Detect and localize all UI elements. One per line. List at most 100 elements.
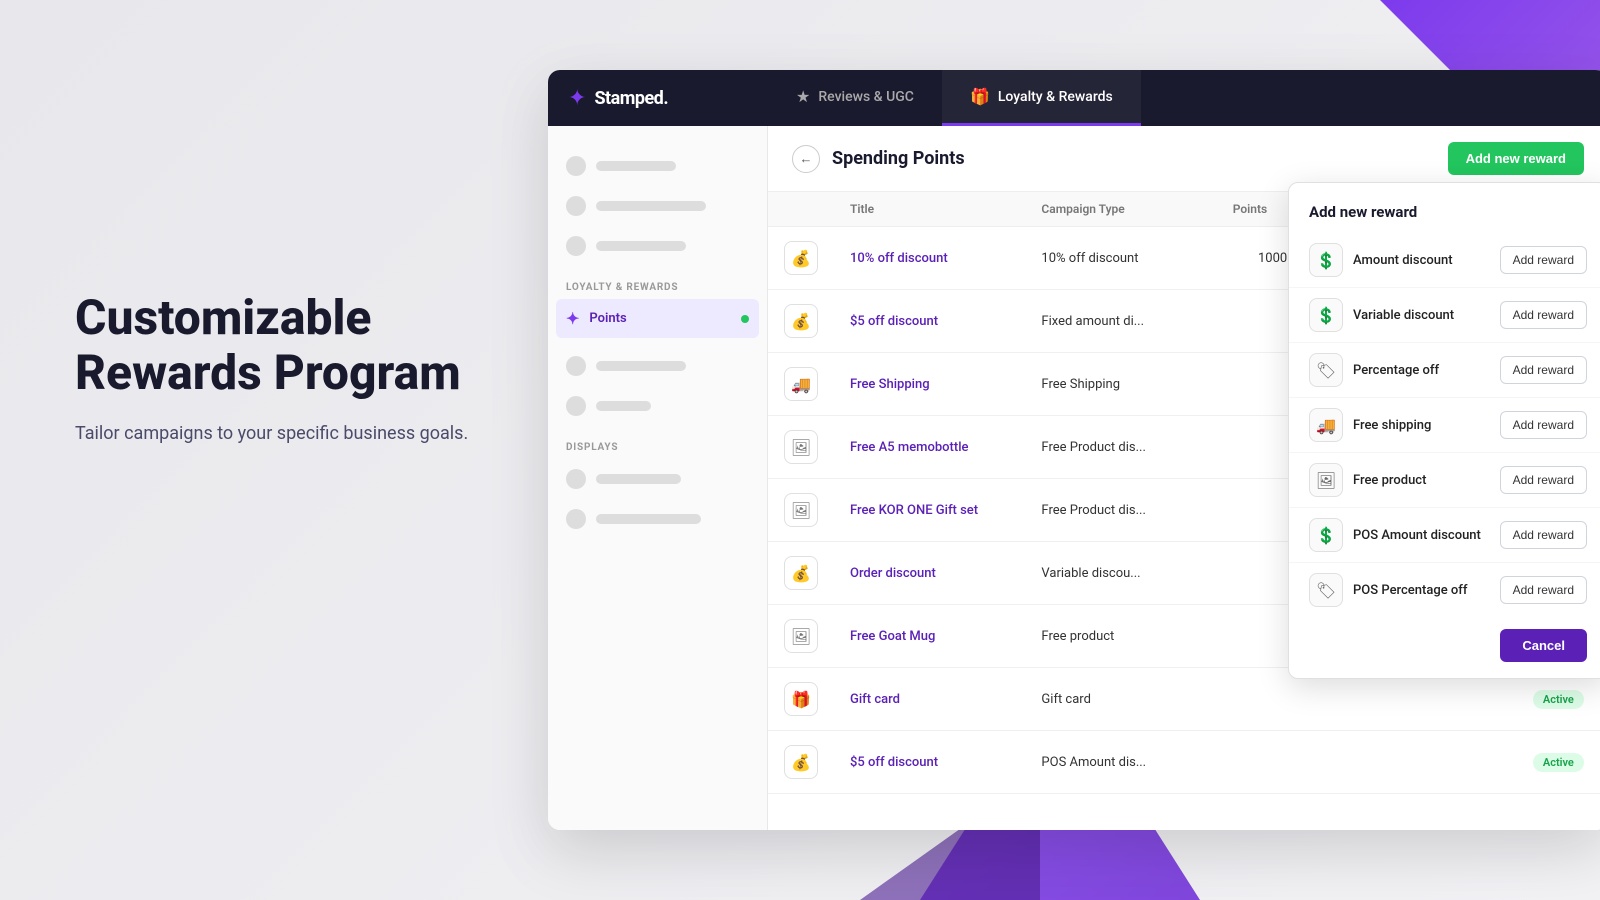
skel-bar (596, 161, 676, 171)
row-title-link[interactable]: Order discount (850, 566, 936, 581)
row-icon-cell: 💰 (768, 542, 834, 605)
loyalty-icon: 🎁 (970, 87, 990, 106)
row-title-cell: $5 off discount (834, 290, 1025, 353)
th-icon (768, 192, 834, 227)
skeleton-4 (548, 346, 767, 386)
skel-circle (566, 509, 586, 529)
sidebar-item-points[interactable]: ✦ Points (556, 299, 759, 338)
sidebar-section-displays: DISPLAYS (548, 426, 767, 459)
row-title-cell: Free Goat Mug (834, 605, 1025, 668)
reward-option-amount_discount: 💲 Amount discount Add reward (1289, 233, 1600, 288)
reward-name: Amount discount (1353, 253, 1453, 268)
row-icon: 🖼 (784, 493, 818, 527)
reward-icon: 🖼 (1309, 463, 1343, 497)
reward-name: Free shipping (1353, 418, 1431, 433)
reward-option-left: 💲 Variable discount (1309, 298, 1454, 332)
skel-circle (566, 156, 586, 176)
row-points-cell (1217, 731, 1371, 794)
row-campaign-cell: POS Amount dis... (1025, 731, 1216, 794)
skel-bar (596, 201, 706, 211)
table-row: 💰 $5 off discount POS Amount dis... Acti… (768, 731, 1600, 794)
nav-tabs: ★ Reviews & UGC 🎁 Loyalty & Rewards (768, 70, 1141, 126)
logo-icon: ✦ (568, 86, 586, 111)
row-title-link[interactable]: $5 off discount (850, 755, 938, 770)
row-icon: 🖼 (784, 430, 818, 464)
row-campaign-cell: Free Shipping (1025, 353, 1216, 416)
row-title-cell: $5 off discount (834, 731, 1025, 794)
add-reward-button-pos_amount_discount[interactable]: Add reward (1500, 521, 1587, 549)
reward-name: POS Percentage off (1353, 583, 1467, 598)
row-icon-cell: 💰 (768, 227, 834, 290)
tab-reviews-label: Reviews & UGC (818, 89, 914, 105)
row-campaign-cell: Free Product dis... (1025, 479, 1216, 542)
reward-icon: 🚚 (1309, 408, 1343, 442)
row-icon: 🚚 (784, 367, 818, 401)
row-total-cell (1371, 731, 1509, 794)
skeleton-6 (548, 459, 767, 499)
reward-option-pos_amount_discount: 💲 POS Amount discount Add reward (1289, 508, 1600, 563)
reward-name: Percentage off (1353, 363, 1439, 378)
row-icon-cell: 🚚 (768, 353, 834, 416)
row-campaign-cell: Gift card (1025, 668, 1216, 731)
add-reward-dropdown: Add new reward 💲 Amount discount Add rew… (1288, 182, 1600, 679)
add-reward-button-free_shipping[interactable]: Add reward (1500, 411, 1587, 439)
row-icon: 🎁 (784, 682, 818, 716)
skeleton-5 (548, 386, 767, 426)
row-title-link[interactable]: Free KOR ONE Gift set (850, 503, 978, 518)
reward-option-pos_percentage_off: 🏷 POS Percentage off Add reward (1289, 563, 1600, 617)
hero-section: Customizable Rewards Program Tailor camp… (75, 290, 495, 447)
tab-loyalty[interactable]: 🎁 Loyalty & Rewards (942, 70, 1141, 126)
reward-option-free_shipping: 🚚 Free shipping Add reward (1289, 398, 1600, 453)
add-reward-button-percentage_off[interactable]: Add reward (1500, 356, 1587, 384)
skeleton-2 (548, 186, 767, 226)
status-badge: Active (1533, 753, 1584, 772)
add-reward-button-variable_discount[interactable]: Add reward (1500, 301, 1587, 329)
skel-bar (596, 241, 686, 251)
row-icon-cell: 🖼 (768, 479, 834, 542)
dropdown-cancel-row: Cancel (1289, 617, 1600, 662)
reward-option-left: 🖼 Free product (1309, 463, 1426, 497)
reward-option-left: 🚚 Free shipping (1309, 408, 1431, 442)
skeleton-7 (548, 499, 767, 539)
reward-option-variable_discount: 💲 Variable discount Add reward (1289, 288, 1600, 343)
app-body: LOYALTY & REWARDS ✦ Points DISPLAYS (548, 126, 1600, 830)
row-title-cell: Gift card (834, 668, 1025, 731)
back-button[interactable]: ← (792, 145, 820, 173)
row-title-cell: 10% off discount (834, 227, 1025, 290)
row-title-cell: Free Shipping (834, 353, 1025, 416)
skel-circle (566, 236, 586, 256)
row-title-link[interactable]: Free A5 memobottle (850, 440, 968, 455)
add-reward-button-amount_discount[interactable]: Add reward (1500, 246, 1587, 274)
reward-icon: 🏷 (1309, 353, 1343, 387)
tab-loyalty-label: Loyalty & Rewards (998, 89, 1113, 105)
th-title: Title (834, 192, 1025, 227)
add-reward-button-free_product[interactable]: Add reward (1500, 466, 1587, 494)
row-title-link[interactable]: Free Goat Mug (850, 629, 935, 644)
points-label: Points (589, 311, 626, 326)
skel-circle (566, 356, 586, 376)
main-content: ← Spending Points Add new reward Title C… (768, 126, 1600, 830)
row-icon: 💰 (784, 241, 818, 275)
reviews-icon: ★ (796, 87, 810, 106)
reward-option-left: 💲 Amount discount (1309, 243, 1453, 277)
top-nav: ✦ Stamped. ★ Reviews & UGC 🎁 Loyalty & R… (548, 70, 1600, 126)
sidebar-section-loyalty: LOYALTY & REWARDS (548, 266, 767, 299)
row-title-link[interactable]: 10% off discount (850, 251, 948, 266)
active-dot (741, 315, 749, 323)
row-icon-cell: 🖼 (768, 416, 834, 479)
add-new-reward-button[interactable]: Add new reward (1448, 142, 1584, 175)
app-window: ✦ Stamped. ★ Reviews & UGC 🎁 Loyalty & R… (548, 70, 1600, 830)
reward-icon: 💲 (1309, 298, 1343, 332)
add-reward-button-pos_percentage_off[interactable]: Add reward (1500, 576, 1587, 604)
row-title-link[interactable]: Free Shipping (850, 377, 930, 392)
tab-reviews[interactable]: ★ Reviews & UGC (768, 70, 942, 126)
sidebar: LOYALTY & REWARDS ✦ Points DISPLAYS (548, 126, 768, 830)
row-icon-cell: 💰 (768, 731, 834, 794)
row-icon-cell: 💰 (768, 290, 834, 353)
row-title-cell: Free A5 memobottle (834, 416, 1025, 479)
row-title-link[interactable]: Gift card (850, 692, 900, 707)
cancel-button[interactable]: Cancel (1500, 629, 1587, 662)
logo-area: ✦ Stamped. (548, 86, 768, 111)
th-campaign: Campaign Type (1025, 192, 1216, 227)
row-title-link[interactable]: $5 off discount (850, 314, 938, 329)
